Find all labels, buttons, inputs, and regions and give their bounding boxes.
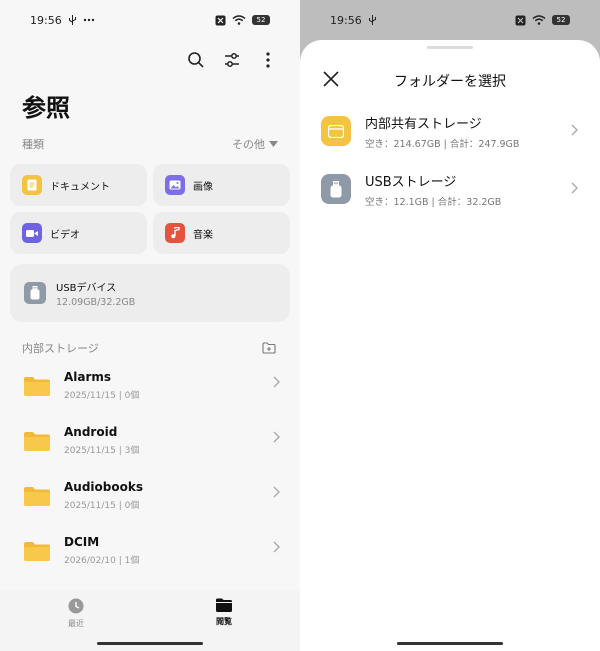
home-indicator[interactable]	[97, 642, 203, 645]
chevron-right-icon	[273, 541, 280, 553]
clock-icon	[68, 598, 84, 614]
usb-debug-icon	[68, 15, 77, 25]
nav-tab-recent[interactable]: 最近	[36, 598, 116, 629]
usb-drive-icon	[321, 174, 351, 204]
more-categories-toggle[interactable]: その他	[232, 136, 278, 152]
chevron-right-icon	[273, 431, 280, 443]
nav-tab-label: 最近	[68, 619, 84, 628]
category-videos[interactable]: ビデオ	[10, 212, 147, 254]
category-documents[interactable]: ドキュメント	[10, 164, 147, 206]
category-label: ビデオ	[50, 229, 80, 241]
folder-row-audiobooks[interactable]: Audiobooks 2025/11/15 | 0個	[0, 468, 300, 523]
category-music[interactable]: 音楽	[153, 212, 290, 254]
category-label: 画像	[193, 181, 213, 193]
more-vertical-icon	[266, 52, 270, 68]
folder-name: DCIM	[64, 535, 100, 549]
folder-storage-icon	[321, 116, 351, 146]
document-icon	[22, 175, 42, 195]
folder-icon	[24, 541, 50, 561]
usb-device-name: USBデバイス	[56, 282, 117, 294]
destination-internal-storage[interactable]: 内部共有ストレージ 空き：214.67GB | 合計：247.9GB	[300, 106, 600, 156]
more-options-button[interactable]	[256, 48, 280, 72]
wifi-icon	[232, 15, 246, 25]
new-folder-button[interactable]	[262, 339, 276, 358]
folder-name: Android	[64, 425, 118, 439]
wifi-icon	[532, 15, 546, 25]
chevron-right-icon	[571, 182, 578, 194]
search-icon	[188, 52, 204, 68]
folder-row-alarms[interactable]: Alarms 2025/11/15 | 0個	[0, 358, 300, 413]
internal-storage-label: 内部ストレージ	[22, 342, 99, 355]
folder-icon	[24, 486, 50, 506]
folder-filled-icon	[216, 598, 232, 612]
chevron-right-icon	[273, 376, 280, 388]
category-label: 音楽	[193, 229, 213, 241]
filter-button[interactable]	[220, 48, 244, 72]
folder-meta: 2025/11/15 | 3個	[64, 446, 140, 456]
destination-capacity: 空き：214.67GB | 合計：247.9GB	[365, 138, 520, 150]
folder-icon	[24, 376, 50, 396]
sheet-title: フォルダーを選択	[394, 74, 506, 90]
sim-off-icon	[515, 15, 526, 26]
chevron-right-icon	[571, 124, 578, 136]
image-icon	[165, 175, 185, 195]
destination-capacity: 空き：12.1GB | 合計：32.2GB	[365, 196, 502, 208]
music-icon	[165, 223, 185, 243]
more-notifications-icon	[83, 18, 95, 22]
usb-device-card[interactable]: USBデバイス 12.09GB/32.2GB	[10, 264, 290, 322]
home-indicator[interactable]	[397, 642, 503, 645]
battery-icon: 52	[552, 15, 570, 25]
dropdown-arrow-icon	[269, 141, 278, 147]
browse-screen: 19:56 52 参照 種類 その他 ドキュメント 画像 ビデオ 音楽 USBデ…	[0, 0, 300, 651]
destination-name: USBストレージ	[365, 174, 457, 190]
search-button[interactable]	[184, 48, 208, 72]
usb-drive-icon	[24, 282, 46, 304]
toolbar	[0, 40, 300, 80]
sim-off-icon	[215, 15, 226, 26]
folder-icon	[24, 431, 50, 451]
folder-picker-sheet: フォルダーを選択 内部共有ストレージ 空き：214.67GB | 合計：247.…	[300, 40, 600, 651]
battery-icon: 52	[252, 15, 270, 25]
category-images[interactable]: 画像	[153, 164, 290, 206]
folder-name: Audiobooks	[64, 480, 143, 494]
folder-row-android[interactable]: Android 2025/11/15 | 3個	[0, 413, 300, 468]
usb-device-usage: 12.09GB/32.2GB	[56, 296, 136, 308]
status-bar: 19:56 52	[300, 0, 600, 40]
usb-debug-icon	[368, 15, 377, 25]
destination-name: 内部共有ストレージ	[365, 116, 482, 132]
new-folder-icon	[262, 342, 276, 354]
folder-meta: 2026/02/10 | 1個	[64, 556, 140, 566]
folder-meta: 2025/11/15 | 0個	[64, 391, 140, 401]
folder-meta: 2025/11/15 | 0個	[64, 501, 140, 511]
more-categories-label: その他	[232, 138, 265, 151]
sliders-icon	[225, 53, 239, 67]
page-title: 参照	[22, 94, 70, 122]
folder-row-dcim[interactable]: DCIM 2026/02/10 | 1個	[0, 523, 300, 578]
category-label: ドキュメント	[50, 181, 110, 193]
nav-tab-label: 閲覧	[216, 617, 232, 626]
status-time: 19:56	[330, 13, 362, 27]
status-bar: 19:56 52	[0, 0, 300, 40]
chevron-right-icon	[273, 486, 280, 498]
categories-section-label: 種類	[22, 138, 44, 151]
destination-usb-storage[interactable]: USBストレージ 空き：12.1GB | 合計：32.2GB	[300, 164, 600, 214]
sheet-drag-handle[interactable]	[427, 46, 473, 49]
video-icon	[22, 223, 42, 243]
folder-name: Alarms	[64, 370, 112, 384]
status-time: 19:56	[30, 13, 62, 27]
nav-tab-browse[interactable]: 閲覧	[184, 598, 264, 627]
folder-picker-screen: 19:56 52 フォルダーを選択 内部共有ストレージ 空き：214.67GB …	[300, 0, 600, 651]
